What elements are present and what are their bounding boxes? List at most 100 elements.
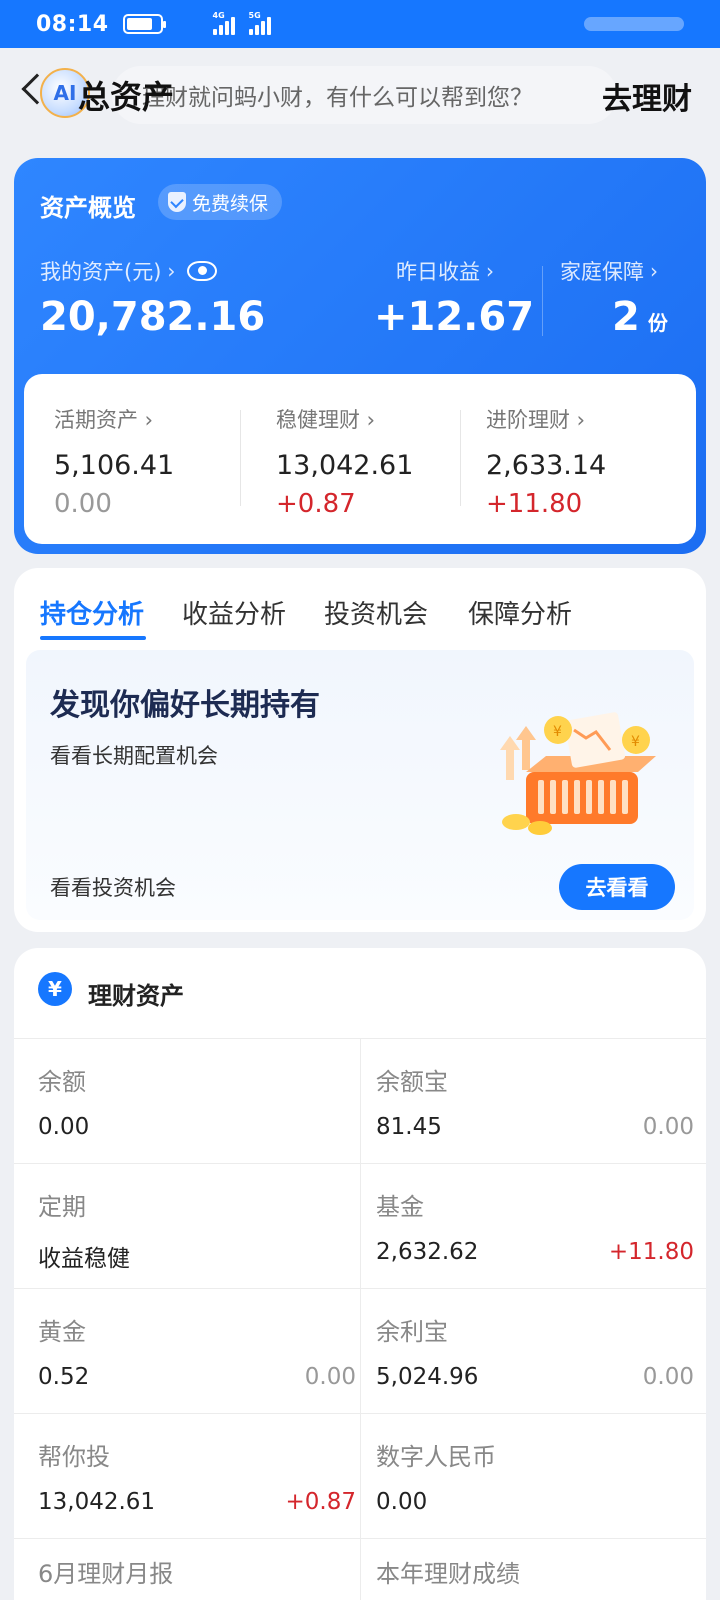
divider [360,1038,361,1600]
breakdown-value: 13,042.61 [276,450,414,481]
battery-icon [122,14,166,34]
go-finance-button[interactable]: 去理财 [602,74,692,118]
asset-label: 余利宝 [376,1318,448,1346]
asset-value: 2,632.62 [376,1239,479,1265]
tab-holdings-analysis[interactable]: 持仓分析 [40,594,144,631]
asset-value: 0.00 [38,1114,90,1140]
analysis-card: 持仓分析 收益分析 投资机会 保障分析 ¥ ¥ 发现你偏好长期持有 看看长期配置… [14,568,706,932]
assets-title: 理财资产 [88,982,184,1010]
status-right-blur [584,17,684,31]
shield-icon [168,192,186,212]
asset-cell-help-invest[interactable]: 帮你投 13,042.61 +0.87 [38,1413,356,1538]
signal-4g-icon: 4G [212,11,235,35]
asset-overview-card: 资产概览 免费续保 我的资产(元) › 20,782.16 昨日收益 › +12… [14,158,706,554]
asset-change: +11.80 [608,1239,694,1265]
my-assets-link[interactable]: 我的资产(元) › [40,256,218,286]
asset-label: 6月理财月报 [38,1560,174,1588]
asset-label: 数字人民币 [376,1443,496,1471]
family-count: 2 [612,294,640,340]
network-5g-label: 5G [248,11,261,20]
breakdown-label: 稳健理财 › [276,408,376,432]
asset-value: 5,024.96 [376,1364,479,1390]
asset-cell-annual-results[interactable]: 本年理财成绩 [376,1538,694,1600]
asset-value: 0.00 [376,1489,428,1515]
free-renewal-badge[interactable]: 免费续保 [158,184,283,220]
finance-assets-card: ¥ 理财资产 余额 0.00 余额宝 81.45 0.00 定期 收益稳健 基金… [14,948,706,1600]
yen-icon: ¥ [38,972,72,1006]
svg-text:¥: ¥ [553,724,562,740]
asset-label: 黄金 [38,1318,86,1346]
family-protection-link[interactable]: 家庭保障 › [560,256,658,286]
asset-label: 余额 [38,1068,86,1096]
overview-title: 资产概览 [40,194,136,222]
asset-value: 0.52 [38,1364,90,1390]
asset-label: 本年理财成绩 [376,1560,520,1588]
breakdown-label: 活期资产 › [54,408,154,432]
go-see-button[interactable]: 去看看 [559,864,675,910]
eye-icon[interactable] [187,261,218,281]
asset-cell-fund[interactable]: 基金 2,632.62 +11.80 [376,1163,694,1288]
yesterday-label: 昨日收益 [396,260,480,284]
badge-label: 免费续保 [192,192,269,215]
my-assets-label: 我的资产(元) [40,260,162,284]
asset-breakdown: 活期资产 › 5,106.41 0.00 稳健理财 › 13,042.61 +0… [24,374,696,544]
signal-5g-icon: 5G [248,11,271,35]
tab-protection-analysis[interactable]: 保障分析 [468,594,572,631]
page-title: 总资产 [78,78,175,116]
breakdown-change: +0.87 [276,489,356,519]
chevron-right-icon: › [650,259,658,283]
breakdown-change: +11.80 [486,489,583,519]
asset-value: 13,042.61 [38,1489,156,1515]
breakdown-value: 2,633.14 [486,450,607,481]
asset-change: 0.00 [642,1364,694,1390]
my-assets-value: 20,782.16 [40,294,266,340]
search-placeholder: 理财就问蚂小财，有什么可以帮到您？ [142,85,533,111]
battery-fill [126,18,153,30]
ai-logo-text: AI [53,81,77,105]
asset-label: 余额宝 [376,1068,448,1096]
asset-cell-monthly-report[interactable]: 6月理财月报 [38,1538,356,1600]
asset-change: 0.00 [304,1364,356,1390]
asset-change: +0.87 [285,1489,356,1515]
chevron-right-icon: › [486,259,494,283]
yesterday-income-value: +12.67 [374,294,535,340]
promo-link[interactable]: 看看投资机会 [50,872,176,902]
status-bar: 08:14 4G 5G [0,0,720,48]
asset-cell-fixed-term[interactable]: 定期 收益稳健 [38,1163,356,1288]
chevron-right-icon: › [167,259,176,283]
promo-title: 发现你偏好长期持有 [50,688,320,723]
treasure-box-illustration: ¥ ¥ [500,712,656,835]
asset-label: 基金 [376,1193,424,1221]
asset-cell-gold[interactable]: 黄金 0.52 0.00 [38,1288,356,1413]
breakdown-change: 0.00 [54,489,112,519]
breakdown-item-current[interactable]: 活期资产 › 5,106.41 0.00 [54,404,254,519]
search-input[interactable]: 理财就问蚂小财，有什么可以帮到您？ [112,66,617,124]
asset-cell-balance[interactable]: 余额 0.00 [38,1038,356,1163]
breakdown-label: 进阶理财 › [486,408,586,432]
promo-subtitle: 看看长期配置机会 [50,744,218,768]
asset-cell-digital-rmb[interactable]: 数字人民币 0.00 [376,1413,694,1538]
asset-label: 帮你投 [38,1443,110,1471]
divider [460,410,461,506]
status-time: 08:14 [36,11,109,37]
asset-value: 81.45 [376,1114,442,1140]
tab-investment-opportunities[interactable]: 投资机会 [324,594,428,631]
family-protection-value: 2份 [612,294,668,340]
breakdown-item-advanced[interactable]: 进阶理财 › 2,633.14 +11.80 [486,404,686,519]
breakdown-value: 5,106.41 [54,450,175,481]
divider [240,410,241,506]
network-4g-label: 4G [212,11,225,20]
family-unit: 份 [647,311,668,335]
asset-cell-yuebao[interactable]: 余额宝 81.45 0.00 [376,1038,694,1163]
asset-value: 收益稳健 [38,1246,130,1272]
active-tab-indicator [40,636,146,640]
yesterday-income-link[interactable]: 昨日收益 › [396,256,494,286]
asset-cell-yulibao[interactable]: 余利宝 5,024.96 0.00 [376,1288,694,1413]
breakdown-item-steady[interactable]: 稳健理财 › 13,042.61 +0.87 [276,404,476,519]
divider [542,266,543,336]
tab-income-analysis[interactable]: 收益分析 [182,594,286,631]
family-label: 家庭保障 [560,260,644,284]
svg-text:¥: ¥ [631,734,640,750]
asset-change: 0.00 [642,1114,694,1140]
asset-label: 定期 [38,1193,86,1221]
